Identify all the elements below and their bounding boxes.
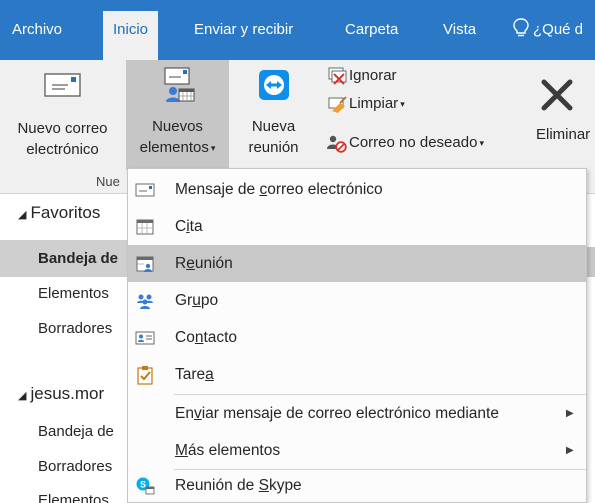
folder-items-account[interactable]: Elementos bbox=[38, 492, 109, 503]
appointment-icon bbox=[136, 219, 154, 235]
delete-label: Eliminar bbox=[536, 126, 591, 143]
delete-icon bbox=[541, 79, 573, 111]
group-label-new: Nue bbox=[96, 174, 120, 189]
clean-up-icon bbox=[328, 96, 347, 114]
ribbon-tab-bar: Archivo Inicio Enviar y recibir Carpeta … bbox=[0, 0, 595, 60]
menu-item-label: Contacto bbox=[175, 329, 238, 346]
tell-me-search[interactable]: ¿Qué d bbox=[513, 11, 583, 49]
delete-button[interactable]: Eliminar bbox=[528, 60, 595, 172]
junk-mail-button[interactable]: Correo no deseado ▾ bbox=[326, 131, 484, 155]
collapse-triangle-icon: ◢ bbox=[18, 209, 27, 221]
menu-item-label: Reunión bbox=[175, 255, 233, 272]
favorites-header[interactable]: ◢ Favoritos bbox=[18, 203, 100, 223]
new-items-icon bbox=[163, 67, 195, 102]
folder-drafts-favorites[interactable]: Borradores bbox=[38, 320, 112, 337]
list-row-selected-edge bbox=[587, 247, 595, 277]
new-email-label-1: Nuevo correo bbox=[17, 120, 108, 137]
chevron-down-icon: ▾ bbox=[479, 138, 484, 149]
menu-item-skype-meeting[interactable]: S Reunión de Skype bbox=[128, 467, 586, 503]
tab-vista[interactable]: Vista bbox=[443, 11, 476, 49]
junk-mail-label: Correo no deseado bbox=[349, 134, 478, 151]
contact-icon bbox=[135, 331, 155, 345]
tab-carpeta[interactable]: Carpeta bbox=[345, 11, 398, 49]
menu-item-email-message[interactable]: Mensaje de correo electrónico bbox=[128, 171, 586, 208]
chevron-down-icon: ▾ bbox=[400, 99, 405, 110]
ignore-icon bbox=[328, 67, 347, 85]
new-items-label-1: Nuevos bbox=[152, 118, 203, 135]
tell-me-text: ¿Qué d bbox=[533, 21, 584, 38]
junk-mail-icon bbox=[327, 135, 347, 153]
menu-item-label: Cita bbox=[175, 218, 203, 235]
tab-inicio[interactable]: Inicio bbox=[103, 11, 159, 60]
menu-item-send-email-via[interactable]: Enviar mensaje de correo electrónico med… bbox=[128, 395, 586, 432]
email-message-icon bbox=[135, 183, 155, 197]
folder-sent-favorites[interactable]: Elementos bbox=[38, 285, 109, 302]
folder-drafts-account[interactable]: Borradores bbox=[38, 458, 112, 475]
menu-item-label: Enviar mensaje de correo electrónico med… bbox=[175, 405, 499, 422]
folder-inbox-favorites[interactable]: Bandeja de bbox=[0, 240, 130, 277]
new-email-button[interactable]: Nuevo correo electrónico bbox=[0, 60, 125, 172]
clean-up-label: Limpiar bbox=[349, 95, 399, 112]
menu-item-meeting[interactable]: Reunión bbox=[128, 245, 586, 282]
tab-enviar-y-recibir[interactable]: Enviar y recibir bbox=[194, 11, 293, 49]
lightbulb-icon bbox=[513, 18, 529, 37]
group-icon bbox=[137, 294, 153, 309]
menu-item-contact[interactable]: Contacto bbox=[128, 319, 586, 356]
new-meeting-label-2: reunión bbox=[248, 139, 299, 156]
ignore-label: Ignorar bbox=[349, 67, 397, 84]
account-header[interactable]: ◢ jesus.mor bbox=[18, 384, 104, 404]
menu-item-appointment[interactable]: Cita bbox=[128, 208, 586, 245]
collapse-triangle-icon: ◢ bbox=[18, 390, 27, 402]
skype-meeting-icon: S bbox=[136, 477, 155, 495]
new-items-button[interactable]: Nuevos elementos ▾ bbox=[126, 60, 229, 170]
menu-item-label: Tarea bbox=[175, 366, 214, 383]
new-items-dropdown-menu: Mensaje de correo electrónico Cita Reuni… bbox=[127, 168, 587, 503]
menu-item-group[interactable]: Grupo bbox=[128, 282, 586, 319]
menu-item-label: Grupo bbox=[175, 292, 219, 309]
clean-up-button[interactable]: Limpiar ▾ bbox=[326, 92, 405, 116]
chevron-down-icon: ▾ bbox=[210, 142, 216, 153]
new-meeting-label-1: Nueva bbox=[251, 118, 296, 135]
menu-item-label: Más elementos bbox=[175, 442, 281, 459]
meeting-icon bbox=[136, 256, 154, 272]
ignore-button[interactable]: Ignorar bbox=[326, 64, 397, 88]
new-email-icon bbox=[43, 73, 81, 97]
menu-item-label: Mensaje de correo electrónico bbox=[175, 181, 383, 198]
new-meeting-button[interactable]: Nueva reunión bbox=[240, 60, 307, 172]
submenu-arrow-icon: ▶ bbox=[566, 445, 574, 456]
menu-item-more-items[interactable]: Más elementos ▶ bbox=[128, 432, 586, 469]
menu-item-label: Reunión de Skype bbox=[175, 477, 302, 494]
tab-archivo[interactable]: Archivo bbox=[12, 11, 62, 49]
new-email-label-2: electrónico bbox=[26, 141, 99, 158]
account-label: jesus.mor bbox=[30, 384, 105, 403]
menu-item-task[interactable]: Tarea bbox=[128, 356, 586, 393]
folder-inbox-account[interactable]: Bandeja de bbox=[38, 423, 114, 440]
new-items-label-2: elementos ▾ bbox=[139, 139, 216, 156]
svg-text:S: S bbox=[140, 480, 146, 490]
submenu-arrow-icon: ▶ bbox=[566, 408, 574, 419]
task-icon bbox=[137, 366, 153, 385]
teamviewer-meeting-icon bbox=[258, 70, 289, 100]
favorites-label: Favoritos bbox=[30, 203, 101, 222]
